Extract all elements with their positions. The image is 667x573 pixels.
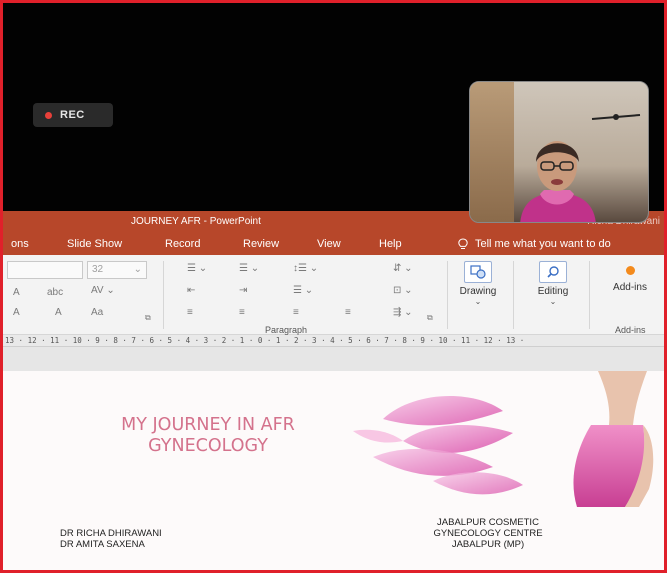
chevron-down-icon: ⌄ [549, 297, 557, 306]
font-size-combo[interactable]: 32 ⌄ [87, 261, 147, 279]
decrease-indent-icon[interactable]: ⇤ [187, 285, 195, 296]
institution-line: JABALPUR COSMETIC [437, 517, 539, 528]
slide-title[interactable]: MY JOURNEY IN AFR GYNECOLOGY [63, 415, 353, 457]
chevron-down-icon: ⌄ [133, 264, 142, 275]
slide-authors[interactable]: DR RICHA DHIRAWANI DR AMITA SAXENA [60, 528, 162, 550]
search-icon [539, 261, 567, 283]
author-name: DR RICHA DHIRAWANI [60, 528, 162, 539]
slide-canvas-background [3, 347, 664, 371]
shapes-icon [464, 261, 492, 283]
screen-frame: REC JOURNEY AFR - PowerPoint Richa Dhira… [0, 0, 667, 573]
chevron-down-icon: ⌄ [474, 297, 482, 306]
addins-label: Add-ins [613, 282, 647, 293]
slide[interactable]: MY JOURNEY IN AFR GYNECOLOGY DR RICHA DH… [3, 371, 664, 570]
font-dialog-launcher-icon[interactable]: ⧉ [145, 313, 151, 323]
institution-line: GYNECOLOGY CENTRE [433, 528, 543, 539]
tab-help[interactable]: Help [379, 238, 402, 250]
character-spacing-icon[interactable]: AV ⌄ [91, 285, 115, 296]
addins-group-label: Add-ins [615, 325, 646, 335]
group-divider [447, 261, 448, 329]
tab-view[interactable]: View [317, 238, 341, 250]
slide-institution[interactable]: JABALPUR COSMETIC GYNECOLOGY CENTRE JABA… [403, 517, 573, 550]
editing-label: Editing [537, 286, 569, 297]
slide-title-line: MY JOURNEY IN AFR [121, 415, 295, 435]
superscript-icon[interactable]: A [13, 307, 20, 318]
line-spacing-icon[interactable]: ↕☰ ⌄ [293, 263, 318, 274]
align-text-icon[interactable]: ⊡ ⌄ [393, 285, 413, 296]
tell-me-search[interactable]: Tell me what you want to do [457, 238, 611, 250]
smartart-icon[interactable]: ⇶ ⌄ [393, 307, 413, 318]
align-center-icon[interactable]: ≡ [239, 307, 245, 318]
ribbon: 32 ⌄ A abc AV ⌄ A A Aa ⧉ ☰ ⌄ ☰ ⌄ ↕☰ ⌄ ⇤ … [3, 255, 664, 335]
rec-label: REC [60, 109, 85, 121]
editing-button[interactable]: Editing ⌄ [533, 261, 573, 306]
window-title: JOURNEY AFR - PowerPoint [131, 216, 261, 227]
addins-icon [625, 266, 635, 275]
columns-icon[interactable]: ☰ ⌄ [293, 285, 313, 296]
numbering-icon[interactable]: ☰ ⌄ [239, 263, 259, 274]
align-right-icon[interactable]: ≡ [293, 307, 299, 318]
paragraph-dialog-launcher-icon[interactable]: ⧉ [427, 313, 433, 323]
strikethrough-icon[interactable]: abc [47, 287, 63, 298]
addins-button[interactable]: Add-ins [605, 261, 655, 293]
drawing-button[interactable]: Drawing ⌄ [458, 261, 498, 306]
group-divider [513, 261, 514, 329]
paragraph-group-label: Paragraph [265, 325, 308, 335]
align-left-icon[interactable]: ≡ [187, 307, 193, 318]
tab-record[interactable]: Record [165, 238, 200, 250]
ribbon-tabs: ons Slide Show Record Review View Help T… [3, 233, 664, 255]
camera-door [470, 82, 514, 222]
tab-slide-show[interactable]: Slide Show [67, 238, 122, 250]
font-size-down-icon[interactable]: A [55, 307, 62, 318]
participant-avatar [520, 141, 596, 222]
slide-title-line: GYNECOLOGY [148, 436, 268, 456]
recording-indicator[interactable]: REC [33, 103, 113, 127]
justify-icon[interactable]: ≡ [345, 307, 351, 318]
flower-figure-image [353, 371, 654, 507]
author-name: DR AMITA SAXENA [60, 539, 145, 550]
change-case-icon[interactable]: Aa [91, 307, 103, 318]
record-dot-icon [45, 111, 52, 119]
text-direction-icon[interactable]: ⇵ ⌄ [393, 263, 413, 274]
group-divider [589, 261, 590, 329]
lightbulb-icon [458, 238, 468, 249]
font-name-combo[interactable] [7, 261, 83, 279]
group-divider [163, 261, 164, 329]
institution-line: JABALPUR (MP) [451, 539, 525, 550]
increase-font-icon[interactable]: A [13, 287, 20, 298]
ceiling-fan-icon [591, 114, 641, 120]
tell-me-text: Tell me what you want to do [475, 238, 611, 250]
horizontal-ruler: 13 · 12 · 11 · 10 · 9 · 8 · 7 · 6 · 5 · … [3, 335, 664, 347]
tab-review[interactable]: Review [243, 238, 279, 250]
participant-video-tile[interactable] [469, 81, 649, 223]
tab-animations[interactable]: ons [11, 238, 29, 250]
bullets-icon[interactable]: ☰ ⌄ [187, 263, 207, 274]
drawing-label: Drawing [459, 286, 497, 297]
increase-indent-icon[interactable]: ⇥ [239, 285, 247, 296]
font-size-value: 32 [92, 264, 104, 275]
